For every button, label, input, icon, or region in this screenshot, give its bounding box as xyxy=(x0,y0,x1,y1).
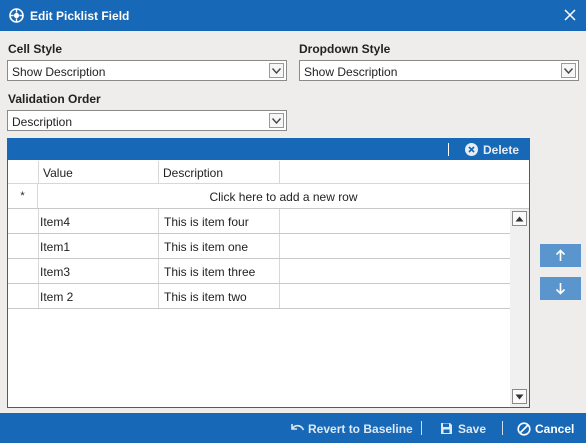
value-text: Item 2 xyxy=(40,290,74,304)
chevron-down-icon xyxy=(272,118,281,124)
value-text: Item1 xyxy=(40,240,71,254)
scroll-up-button[interactable] xyxy=(512,211,527,226)
description-text: This is item four xyxy=(164,215,249,229)
dropdown-style-select[interactable]: Show Description xyxy=(299,60,579,81)
column-header-label: Value xyxy=(43,166,73,180)
close-icon[interactable] xyxy=(563,8,577,22)
cell-style-select[interactable]: Show Description xyxy=(7,60,287,81)
toolbar-separator xyxy=(448,143,449,156)
table-row[interactable]: Item4 This is item four xyxy=(8,209,510,234)
add-new-row-prompt[interactable]: Click here to add a new row xyxy=(38,190,529,204)
undo-icon xyxy=(291,424,305,431)
footer-separator xyxy=(421,421,422,435)
footer-bar: Revert to Baseline Save Cancel xyxy=(0,413,586,443)
table-row[interactable]: Item3 This is item three xyxy=(8,259,510,284)
column-header-value[interactable]: Value xyxy=(39,161,159,184)
cell-style-label: Cell Style xyxy=(8,42,63,56)
app-logo-icon xyxy=(9,8,24,23)
dropdown-style-dropdown-button[interactable] xyxy=(561,63,576,78)
value-text: Item4 xyxy=(40,215,71,229)
value-cell[interactable]: Item3 xyxy=(39,259,159,283)
column-header-label: Description xyxy=(163,166,224,180)
move-down-button[interactable] xyxy=(540,277,581,300)
description-text: This is item three xyxy=(164,265,256,279)
row-indicator-header xyxy=(8,161,39,184)
validation-order-dropdown-button[interactable] xyxy=(269,113,284,128)
description-text: This is item two xyxy=(164,290,247,304)
save-label: Save xyxy=(458,422,487,436)
validation-order-value: Description xyxy=(12,115,73,129)
footer-separator xyxy=(502,421,503,435)
row-indicator[interactable] xyxy=(8,209,39,233)
chevron-down-icon xyxy=(272,68,281,74)
cancel-label: Cancel xyxy=(535,422,575,436)
table-row[interactable]: Item 2 This is item two xyxy=(8,284,510,309)
prohibited-icon xyxy=(517,422,531,436)
cancel-button[interactable]: Cancel xyxy=(517,421,577,437)
grid-toolbar: Delete xyxy=(8,139,529,160)
row-indicator[interactable] xyxy=(8,234,39,258)
picklist-grid: Delete Value Description * Click here to… xyxy=(7,138,530,408)
description-cell[interactable]: This is item one xyxy=(159,234,280,258)
value-cell[interactable]: Item1 xyxy=(39,234,159,258)
cell-style-value: Show Description xyxy=(12,65,106,79)
description-cell[interactable]: This is item four xyxy=(159,209,280,233)
new-row[interactable]: * Click here to add a new row xyxy=(8,184,529,209)
value-text: Item3 xyxy=(40,265,71,279)
row-indicator[interactable] xyxy=(8,284,39,308)
description-cell[interactable]: This is item three xyxy=(159,259,280,283)
delete-label: Delete xyxy=(483,143,520,157)
validation-order-select[interactable]: Description xyxy=(7,110,287,131)
window-title: Edit Picklist Field xyxy=(30,9,130,23)
table-row[interactable]: Item1 This is item one xyxy=(8,234,510,259)
column-header-description[interactable]: Description xyxy=(159,161,280,184)
value-cell[interactable]: Item4 xyxy=(39,209,159,233)
revert-to-baseline-button[interactable]: Revert to Baseline xyxy=(290,421,413,437)
title-bar: Edit Picklist Field xyxy=(0,0,586,31)
revert-label: Revert to Baseline xyxy=(308,422,413,436)
delete-circle-x-icon xyxy=(465,143,478,156)
dropdown-style-label: Dropdown Style xyxy=(299,42,391,56)
triangle-up-icon xyxy=(515,216,524,222)
move-up-button[interactable] xyxy=(540,244,581,267)
chevron-down-icon xyxy=(564,68,573,74)
dropdown-style-value: Show Description xyxy=(304,65,398,79)
column-header-filler xyxy=(280,161,529,184)
floppy-disk-icon xyxy=(441,423,452,434)
scroll-down-button[interactable] xyxy=(512,389,527,404)
cell-style-dropdown-button[interactable] xyxy=(269,63,284,78)
arrow-up-icon xyxy=(555,249,566,261)
value-cell[interactable]: Item 2 xyxy=(39,284,159,308)
vertical-scrollbar[interactable] xyxy=(510,209,529,407)
description-text: This is item one xyxy=(164,240,249,254)
arrow-down-icon xyxy=(555,283,566,295)
description-cell[interactable]: This is item two xyxy=(159,284,280,308)
new-row-marker: * xyxy=(8,184,38,208)
row-indicator[interactable] xyxy=(8,259,39,283)
triangle-down-icon xyxy=(515,394,524,400)
save-button[interactable]: Save xyxy=(440,421,490,437)
validation-order-label: Validation Order xyxy=(8,92,101,106)
